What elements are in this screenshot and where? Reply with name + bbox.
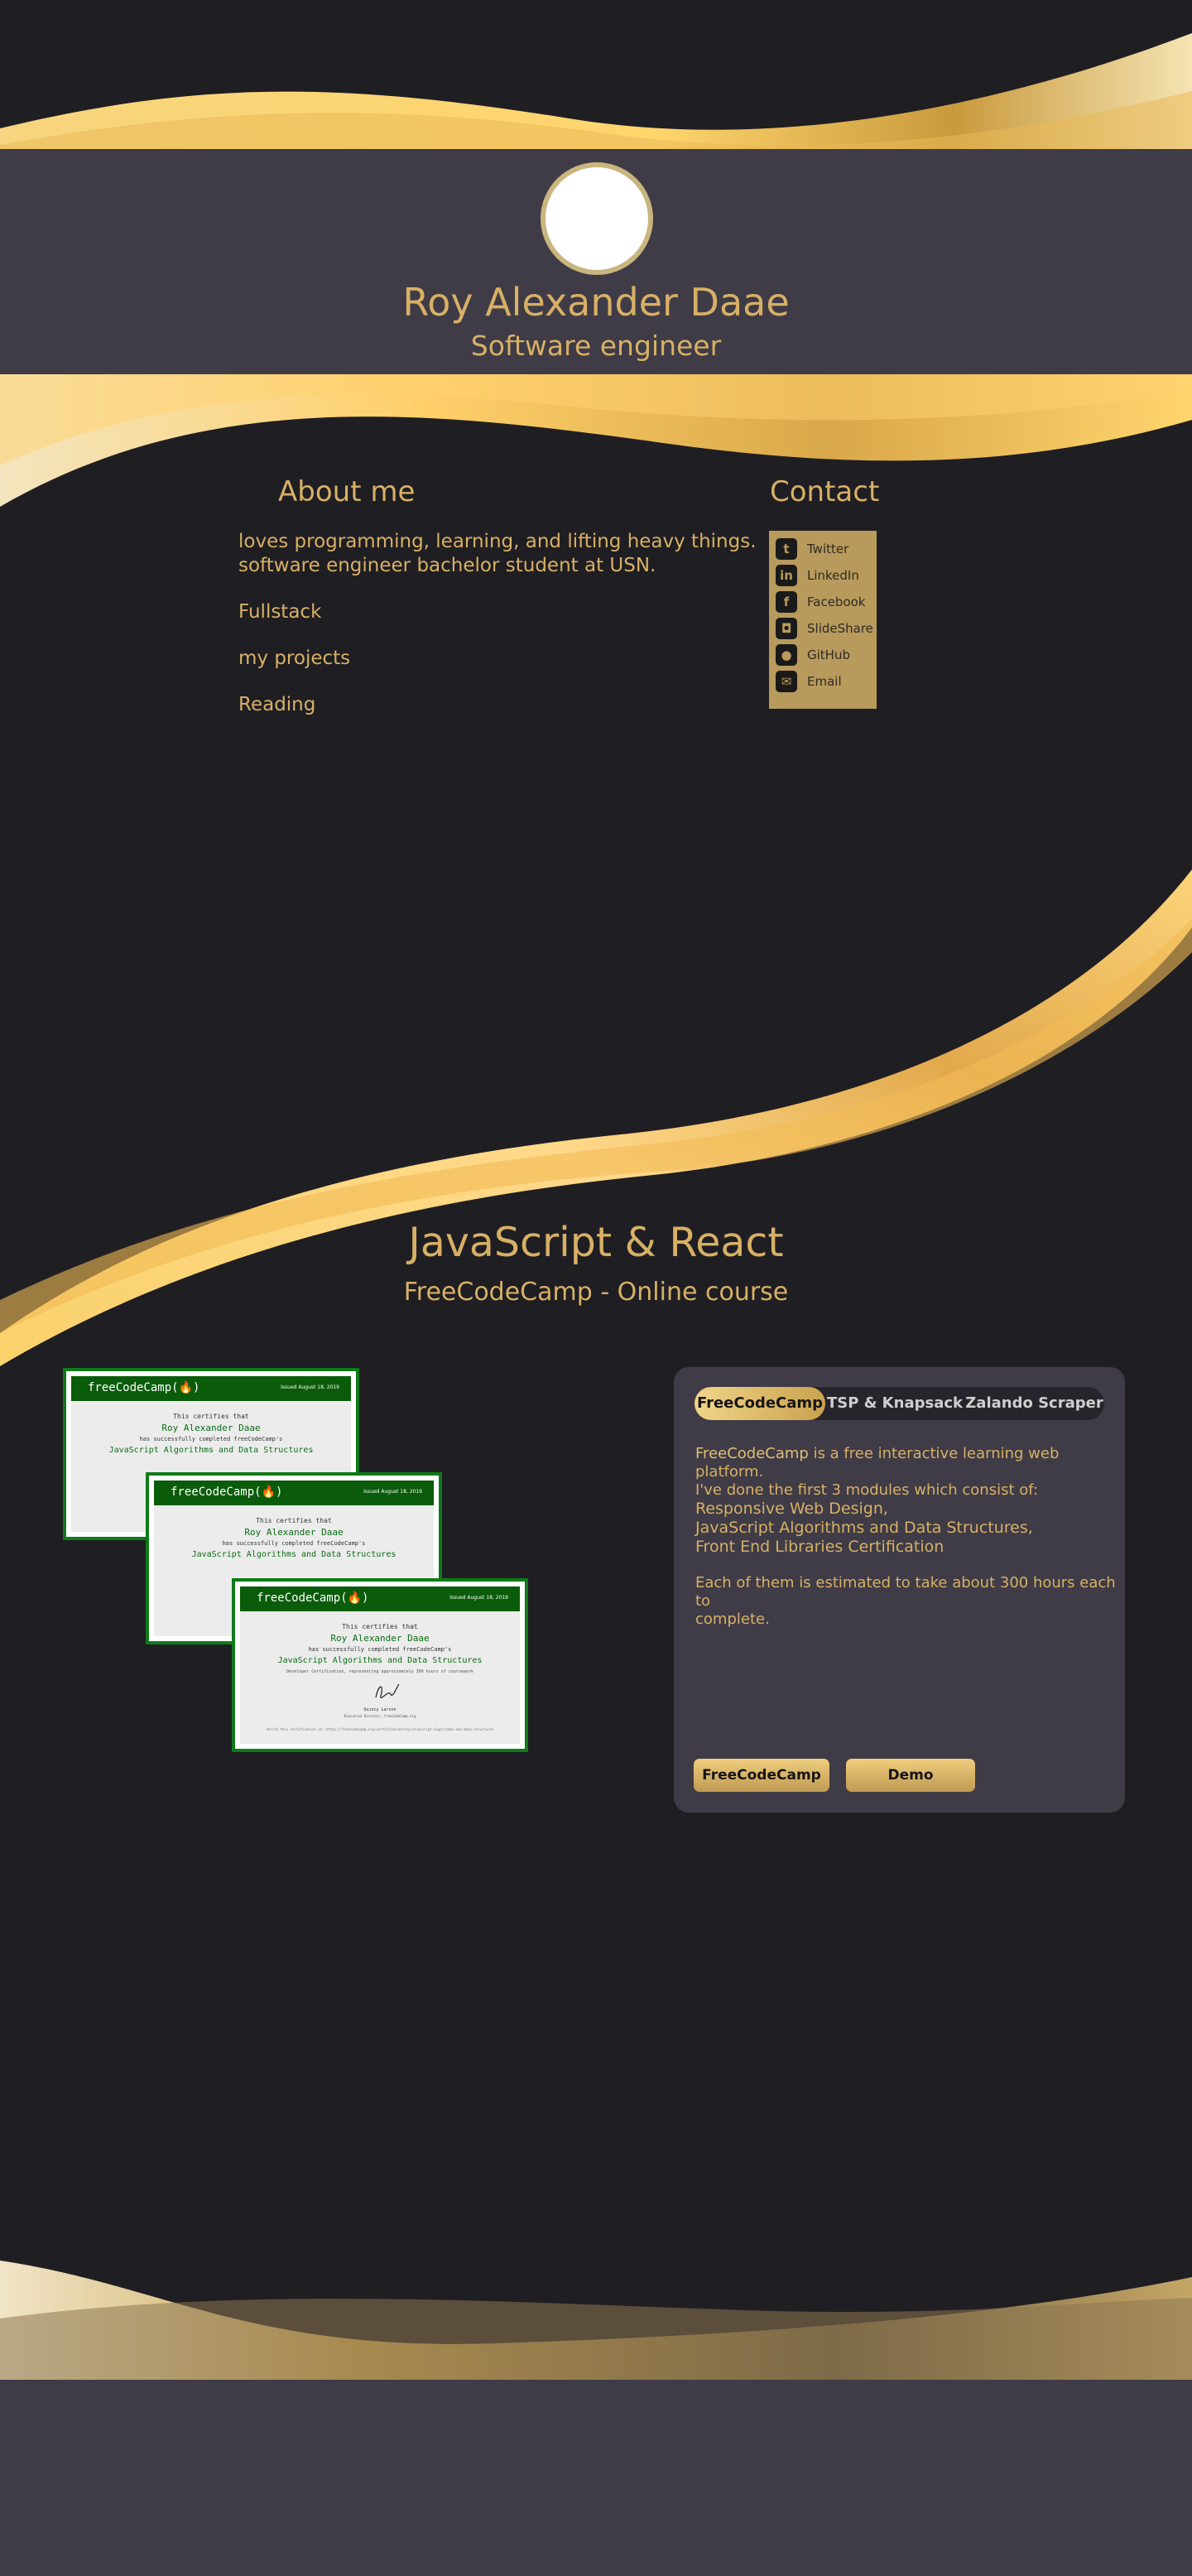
certificate-completed: has successfully completed freeCodeCamp'…: [222, 1540, 366, 1547]
certificate-certifies: This certifies that: [173, 1413, 249, 1420]
about-title: About me: [278, 475, 416, 508]
contact-github[interactable]: ● GitHub: [776, 643, 850, 667]
contact-slideshare[interactable]: ◘ SlideShare: [776, 617, 873, 640]
certificate-course: JavaScript Algorithms and Data Structure…: [108, 1446, 314, 1455]
certificate-date: Issued August 18, 2019: [281, 1384, 339, 1390]
hours-line-1: Each of them is estimated to take about …: [695, 1574, 1116, 1610]
tab-tsp-knapsack[interactable]: TSP & Knapsack: [825, 1387, 964, 1420]
signature-image: [375, 1683, 400, 1698]
certificate-signer-title: Executive Director, freeCodeCamp.org: [344, 1714, 416, 1718]
certificate-completed: has successfully completed freeCodeCamp'…: [139, 1436, 283, 1442]
about-line-2: software engineer bachelor student at US…: [238, 555, 656, 576]
freecodecamp-button[interactable]: FreeCodeCamp: [694, 1759, 829, 1792]
hours-line-2: complete.: [695, 1611, 770, 1628]
tab-freecodecamp[interactable]: FreeCodeCamp: [695, 1387, 825, 1420]
certificate-holder: Roy Alexander Daae: [330, 1633, 430, 1644]
freecodecamp-logo: freeCodeCamp(🔥): [88, 1381, 200, 1394]
project-modules: Responsive Web Design, JavaScript Algori…: [695, 1500, 1033, 1557]
contact-title: Contact: [770, 475, 880, 508]
certificate-course: JavaScript Algorithms and Data Structure…: [277, 1656, 483, 1665]
certificate-course: JavaScript Algorithms and Data Structure…: [191, 1550, 397, 1559]
contact-label: Facebook: [807, 595, 866, 609]
description-highlight: FreeCodeCamp: [695, 1445, 809, 1462]
header-bottom-wave: [0, 374, 1192, 507]
certificate-certifies: This certifies that: [342, 1623, 418, 1630]
tab-zalando-scraper[interactable]: Zalando Scraper: [964, 1387, 1104, 1420]
twitter-icon: t: [776, 538, 797, 560]
certificate-completed: has successfully completed freeCodeCamp'…: [308, 1646, 452, 1653]
linkedin-icon: in: [776, 565, 797, 586]
project-subtitle: FreeCodeCamp - Online course: [403, 1278, 789, 1307]
freecodecamp-logo: freeCodeCamp(🔥): [257, 1591, 369, 1605]
certificate-date: Issued August 18, 2019: [363, 1489, 422, 1495]
project-hours: Each of them is estimated to take about …: [695, 1574, 1125, 1629]
contact-label: Email: [807, 674, 842, 689]
certificate-signer: Quincy Larson: [363, 1707, 397, 1712]
certificate-certifies: This certifies that: [256, 1517, 332, 1524]
contact-twitter[interactable]: t Twitter: [776, 537, 848, 561]
module-item: Front End Libraries Certification: [695, 1538, 944, 1556]
slideshare-icon: ◘: [776, 618, 797, 639]
description-line-2: I've done the first 3 modules which cons…: [695, 1481, 1039, 1499]
link-my-projects[interactable]: my projects: [238, 648, 350, 669]
avatar: [541, 162, 653, 275]
top-wave: [0, 33, 1192, 150]
profile-name: Roy Alexander Daae: [402, 280, 790, 325]
project-description-intro: FreeCodeCamp is a free interactive learn…: [695, 1445, 1125, 1500]
link-reading[interactable]: Reading: [238, 694, 315, 715]
contact-label: LinkedIn: [807, 568, 859, 583]
link-fullstack[interactable]: Fullstack: [238, 601, 321, 623]
about-line-1: loves programming, learning, and lifting…: [238, 531, 757, 552]
footer: [0, 2380, 1192, 2576]
about-description: loves programming, learning, and lifting…: [238, 530, 757, 578]
project-title: JavaScript & React: [408, 1219, 784, 1266]
contact-label: Twitter: [807, 542, 849, 556]
certificate-date: Issued August 18, 2019: [449, 1595, 508, 1601]
module-item: Responsive Web Design,: [695, 1500, 888, 1518]
contact-list: t Twitter in LinkedIn f Facebook ◘ Slide…: [769, 531, 877, 709]
footer-wave: [0, 2261, 1192, 2381]
certificate-hours: Developer Certification, representing ap…: [286, 1669, 473, 1674]
email-icon: ✉: [776, 671, 797, 692]
certificate-image[interactable]: freeCodeCamp(🔥) Issued August 18, 2019 T…: [232, 1578, 528, 1752]
certificate-holder: Roy Alexander Daae: [244, 1527, 344, 1538]
contact-facebook[interactable]: f Facebook: [776, 590, 865, 614]
module-item: JavaScript Algorithms and Data Structure…: [695, 1519, 1033, 1537]
contact-label: SlideShare: [807, 621, 873, 636]
github-icon: ●: [776, 644, 797, 666]
certificate-holder: Roy Alexander Daae: [161, 1423, 261, 1433]
project-panel: FreeCodeCamp TSP & Knapsack Zalando Scra…: [674, 1367, 1125, 1813]
facebook-icon: f: [776, 591, 797, 613]
freecodecamp-logo: freeCodeCamp(🔥): [171, 1485, 283, 1499]
demo-button[interactable]: Demo: [846, 1759, 975, 1792]
project-tabs: FreeCodeCamp TSP & Knapsack Zalando Scra…: [695, 1387, 1104, 1420]
profile-role: Software engineer: [470, 330, 722, 362]
contact-label: GitHub: [807, 648, 850, 662]
certificate-verify: Verify this certification at: https://fr…: [266, 1727, 494, 1731]
contact-email[interactable]: ✉ Email: [776, 670, 842, 693]
contact-linkedin[interactable]: in LinkedIn: [776, 564, 859, 587]
